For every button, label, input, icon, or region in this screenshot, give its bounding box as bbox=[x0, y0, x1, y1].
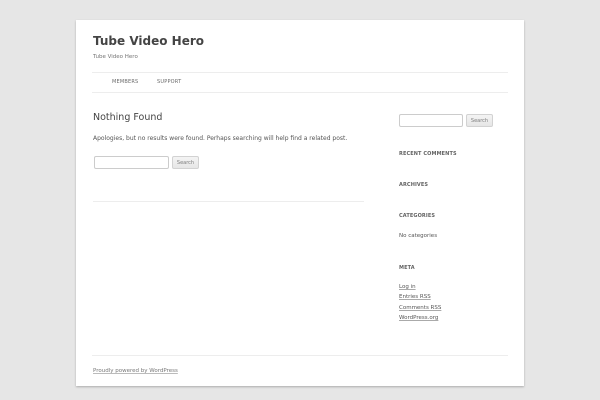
meta-link-entries-rss[interactable]: Entries RSS bbox=[399, 294, 431, 300]
recent-comments-heading: RECENT COMMENTS bbox=[399, 151, 457, 157]
footer-divider bbox=[92, 355, 508, 356]
main-search-button[interactable]: Search bbox=[172, 156, 199, 169]
content-divider bbox=[93, 201, 364, 202]
main-search-input[interactable] bbox=[94, 156, 169, 169]
meta-heading: META bbox=[399, 265, 415, 271]
categories-empty-text: No categories bbox=[399, 233, 438, 239]
page-title: Nothing Found bbox=[93, 112, 163, 123]
nav-item-members[interactable]: MEMBERS bbox=[112, 79, 138, 85]
meta-link-wordpress-org[interactable]: WordPress.org bbox=[399, 315, 438, 321]
archives-heading: ARCHIVES bbox=[399, 182, 429, 188]
main-navigation: MEMBERS SUPPORT bbox=[92, 72, 508, 93]
meta-link-comments-rss[interactable]: Comments RSS bbox=[399, 305, 441, 311]
meta-link-log-in[interactable]: Log in bbox=[399, 284, 416, 290]
sidebar-search-button[interactable]: Search bbox=[466, 114, 493, 127]
site-description: Tube Video Hero bbox=[93, 54, 138, 60]
no-results-message: Apologies, but no results were found. Pe… bbox=[93, 135, 348, 142]
nav-item-support[interactable]: SUPPORT bbox=[157, 79, 181, 85]
sidebar-search-input[interactable] bbox=[399, 114, 463, 127]
categories-heading: CATEGORIES bbox=[399, 213, 436, 219]
footer-credit-link[interactable]: Proudly powered by WordPress bbox=[93, 368, 178, 374]
page-container: Tube Video Hero Tube Video Hero MEMBERS … bbox=[76, 20, 524, 386]
site-title[interactable]: Tube Video Hero bbox=[93, 34, 204, 48]
